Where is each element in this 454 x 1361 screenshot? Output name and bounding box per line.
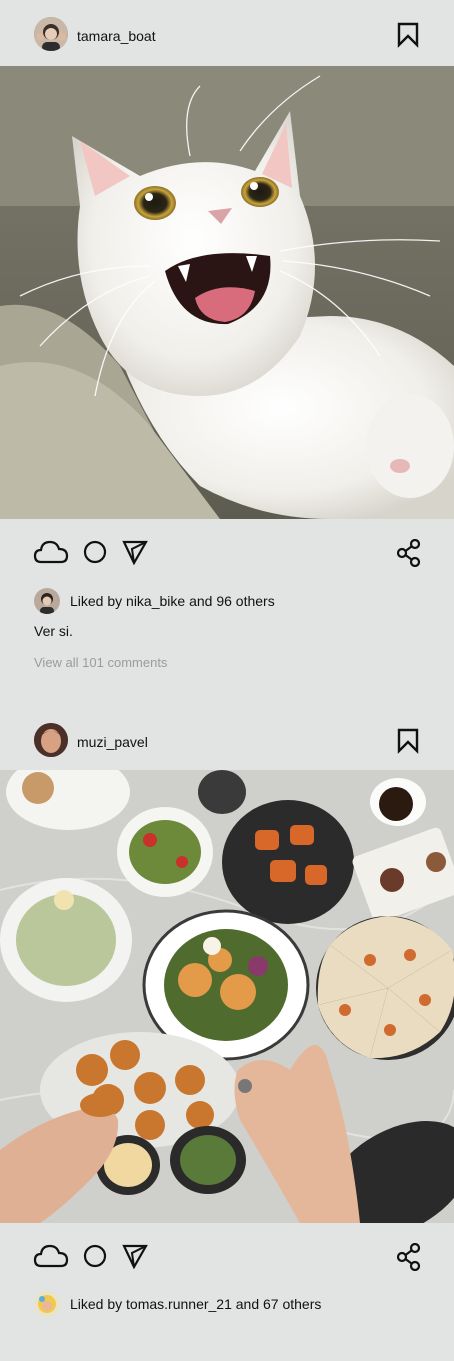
post-1-caption: Ver si. (34, 623, 73, 639)
send-triangle-icon[interactable] (122, 539, 148, 565)
likes-summary[interactable]: Liked by nika_bike and 96 others (70, 593, 275, 609)
bookmark-icon[interactable] (396, 728, 420, 754)
post-2-photo[interactable] (0, 770, 454, 1223)
share-icon[interactable] (396, 539, 422, 567)
post-2-avatar[interactable] (34, 723, 68, 757)
post-1-avatar[interactable] (34, 17, 68, 51)
post-2-username[interactable]: muzi_pavel (77, 734, 148, 750)
bookmark-icon[interactable] (396, 22, 420, 48)
liker-avatar[interactable] (34, 1291, 60, 1317)
post-1-photo[interactable] (0, 66, 454, 519)
view-comments-link[interactable]: View all 101 comments (34, 655, 167, 670)
cloud-icon[interactable] (33, 539, 69, 565)
share-icon[interactable] (396, 1243, 422, 1271)
cloud-icon[interactable] (33, 1243, 69, 1269)
post-1-likes-row: Liked by nika_bike and 96 others (34, 587, 275, 615)
liker-avatar[interactable] (34, 588, 60, 614)
post-1-actions (0, 519, 454, 581)
post-1-header: tamara_boat (0, 0, 454, 66)
post-2-header: muzi_pavel (0, 705, 454, 771)
post-2-likes-row: Liked by tomas.runner_21 and 67 others (34, 1290, 321, 1318)
circle-icon[interactable] (83, 1244, 107, 1268)
send-triangle-icon[interactable] (122, 1243, 148, 1269)
post-2-actions (0, 1223, 454, 1285)
circle-icon[interactable] (83, 540, 107, 564)
post-1-username[interactable]: tamara_boat (77, 28, 156, 44)
likes-summary[interactable]: Liked by tomas.runner_21 and 67 others (70, 1296, 321, 1312)
